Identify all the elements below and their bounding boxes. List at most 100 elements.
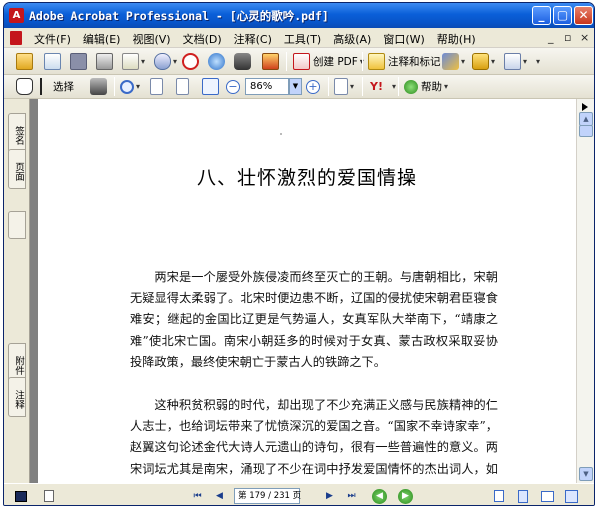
email-button[interactable]: ▾ <box>122 52 145 71</box>
find-button[interactable] <box>234 52 251 71</box>
snapshot-button[interactable] <box>90 77 107 96</box>
document-icon[interactable] <box>10 31 22 45</box>
first-page-button[interactable]: ⏮ <box>190 488 205 504</box>
zoom-in-button[interactable]: + <box>306 77 320 96</box>
rotate-view-button[interactable]: ▾ <box>334 77 354 96</box>
mdi-minimize-button[interactable]: _ <box>548 31 554 44</box>
scroll-thumb[interactable] <box>579 125 593 137</box>
first-page-icon: ⏮ <box>193 490 202 501</box>
stamp-button[interactable] <box>182 52 199 71</box>
minimize-button[interactable]: _ <box>532 6 551 25</box>
facing-pages-icon <box>540 490 554 502</box>
zoom-out-icon: − <box>226 79 240 94</box>
dropdown-arrow-icon: ▾ <box>173 57 178 66</box>
continuous-layout-button[interactable] <box>516 488 530 504</box>
scroll-down-button[interactable]: ▼ <box>579 467 593 481</box>
close-icon: ✕ <box>578 8 589 22</box>
page-size-button[interactable] <box>14 488 28 504</box>
forms-button[interactable]: ▾ <box>504 52 527 71</box>
menu-document[interactable]: 文档(D) <box>177 31 228 47</box>
search-web-button[interactable] <box>208 52 225 71</box>
zoom-input[interactable]: 86% <box>245 78 289 95</box>
save-disk-icon <box>70 53 87 70</box>
menu-edit[interactable]: 编辑(E) <box>77 31 127 47</box>
tab-comments-label: 注释 <box>13 389 24 409</box>
arrow-down-icon: ▼ <box>583 470 589 478</box>
vertical-scrollbar[interactable]: ▲ ▼ <box>576 99 594 483</box>
panel-expand-icon[interactable] <box>582 103 588 111</box>
hand-tool-button[interactable] <box>16 77 33 96</box>
fit-width-button[interactable] <box>202 77 219 96</box>
menu-tools[interactable]: 工具(T) <box>278 31 327 47</box>
create-button[interactable] <box>44 52 61 71</box>
toolbar-options-button[interactable]: ▾ <box>534 52 540 71</box>
page-number-field[interactable]: 第 179 / 231 页 <box>234 488 301 504</box>
file-toolbar: ▾ ▾ 创建 PDF ▾ 注释和标记 ▾ ▾ <box>4 48 594 75</box>
magnifier-icon <box>120 79 134 94</box>
single-page-layout-button[interactable] <box>492 488 506 504</box>
title-bar: A Adobe Acrobat Professional - [心灵的歌吟.pd… <box>4 3 594 28</box>
next-view-button[interactable]: ▶ <box>398 488 413 504</box>
dropdown-arrow-icon: ▾ <box>461 57 466 66</box>
page-mark <box>280 133 282 135</box>
menu-help[interactable]: 帮助(H) <box>431 31 482 47</box>
tab-pages[interactable]: 页面 <box>8 149 26 189</box>
dropdown-arrow-icon: ▾ <box>536 57 541 66</box>
document-area[interactable]: 八、壮怀激烈的爱国情操 两宋是一个屡受外族侵凌而终至灭亡的王朝。与唐朝相比，宋朝… <box>30 99 576 483</box>
help-button[interactable]: 帮助 ▾ <box>404 77 448 96</box>
sign-button[interactable]: ▾ <box>442 52 465 71</box>
mdi-restore-button[interactable]: ▫ <box>564 31 571 44</box>
navigation-panel: 签名 页面 附件 注释 <box>4 99 30 483</box>
tab-comments[interactable]: 注释 <box>8 377 26 417</box>
menu-window[interactable]: 窗口(W) <box>377 31 430 47</box>
secure-button[interactable]: ▾ <box>472 52 495 71</box>
previous-page-button[interactable]: ◀ <box>212 488 227 504</box>
last-page-button[interactable]: ⏭ <box>344 488 359 504</box>
open-button[interactable] <box>16 52 33 71</box>
chapter-title: 八、壮怀激烈的爱国情操 <box>196 167 417 189</box>
page-thumbnail-button[interactable] <box>42 488 56 504</box>
close-button[interactable]: ✕ <box>574 6 593 25</box>
create-pdf-button[interactable]: 创建 PDF ▾ <box>293 52 364 71</box>
menu-comments[interactable]: 注释(C) <box>228 31 278 47</box>
zoom-out-button[interactable]: − <box>226 77 240 96</box>
previous-view-button[interactable]: ◀ <box>372 488 387 504</box>
maximize-button[interactable]: ▢ <box>553 6 572 25</box>
monitor-icon <box>15 490 27 502</box>
next-page-icon: ▶ <box>326 490 333 501</box>
zoom-tool-button[interactable]: ▾ <box>120 77 140 96</box>
camera-icon <box>90 78 107 95</box>
tab-signatures-label: 签名 <box>13 125 24 145</box>
create-pdf-icon <box>293 53 310 70</box>
facing-layout-button[interactable] <box>540 488 554 504</box>
select-tool-button[interactable]: 选择 <box>40 77 74 96</box>
create-document-icon <box>44 53 61 70</box>
acrobat-icon[interactable]: A <box>9 8 24 23</box>
mdi-close-button[interactable]: × <box>580 31 589 44</box>
stamp-icon <box>182 53 199 70</box>
attach-button[interactable]: ▾ <box>154 52 177 71</box>
menu-advanced[interactable]: 高级(A) <box>327 31 377 47</box>
organizer-button[interactable] <box>262 52 279 71</box>
actual-size-button[interactable] <box>150 77 163 96</box>
forward-icon: ▶ <box>398 488 413 504</box>
continuous-facing-layout-button[interactable] <box>564 488 578 504</box>
menu-file[interactable]: 文件(F) <box>28 31 77 47</box>
next-page-button[interactable]: ▶ <box>322 488 337 504</box>
save-button[interactable] <box>70 52 87 71</box>
scroll-up-button[interactable]: ▲ <box>579 112 593 126</box>
comment-markup-button[interactable]: 注释和标记 ▾ <box>368 52 447 71</box>
window-title: Adobe Acrobat Professional - [心灵的歌吟.pdf] <box>29 9 329 23</box>
lock-icon <box>472 53 489 70</box>
tab-signatures[interactable]: 签名 <box>8 113 26 153</box>
help-icon <box>404 79 418 94</box>
zoom-dropdown-button[interactable]: ▼ <box>289 78 302 95</box>
binoculars-icon <box>234 53 251 70</box>
yahoo-search-button[interactable]: Y! ▾ <box>370 77 396 96</box>
dropdown-arrow-icon: ▾ <box>392 82 397 91</box>
menu-view[interactable]: 视图(V) <box>126 31 176 47</box>
tab-layers[interactable] <box>8 211 26 239</box>
fit-page-button[interactable] <box>176 77 189 96</box>
print-button[interactable] <box>96 52 113 71</box>
organizer-icon <box>262 53 279 70</box>
